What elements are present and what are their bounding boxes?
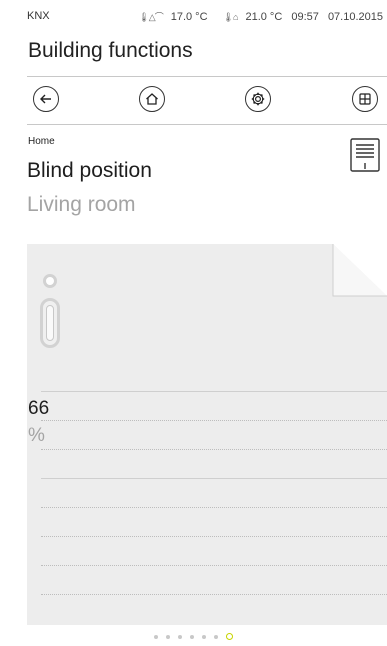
page-dot[interactable] xyxy=(202,634,206,639)
page-title: Blind position xyxy=(27,159,152,182)
status-bar: KNX 🌡△⌒ 17.0 °C 🌡⌂ 21.0 °C 09:57 07.10.201… xyxy=(0,0,387,30)
breadcrumb[interactable]: Home xyxy=(28,136,55,147)
blind-control-card xyxy=(27,244,387,625)
status-info: 🌡△⌒ 17.0 °C 🌡⌂ 21.0 °C 09:57 07.10.2015 xyxy=(126,10,383,23)
slider-knob[interactable] xyxy=(43,274,57,288)
nav-bar xyxy=(0,86,387,116)
position-value: 66 xyxy=(28,398,50,419)
page-dot[interactable] xyxy=(214,634,218,639)
dotted-separator xyxy=(41,565,387,566)
page-dot[interactable] xyxy=(178,634,182,639)
dotted-separator xyxy=(41,594,387,595)
card-background xyxy=(27,244,387,625)
app-title: Building functions xyxy=(28,39,193,62)
page-dot[interactable] xyxy=(154,634,158,639)
blind-position-slider[interactable] xyxy=(40,298,60,348)
page-dot-active[interactable] xyxy=(226,633,233,641)
header-divider xyxy=(27,76,387,77)
outdoor-temperature: 🌡△⌒ 17.0 °C xyxy=(138,11,208,23)
clock-date: 07.10.2015 xyxy=(327,11,383,23)
dotted-separator xyxy=(41,420,387,421)
clock-time: 09:57 xyxy=(291,11,319,23)
app-name: KNX xyxy=(27,10,50,22)
settings-button[interactable] xyxy=(245,86,271,112)
page-dot[interactable] xyxy=(166,634,170,639)
indoor-temperature: 🌡⌂ 21.0 °C xyxy=(222,11,283,23)
slider-fill xyxy=(46,305,54,341)
gear-icon xyxy=(251,92,265,106)
home-button[interactable] xyxy=(139,86,165,112)
grid-icon xyxy=(359,93,371,105)
document-list-icon[interactable] xyxy=(350,138,380,172)
position-unit: % xyxy=(28,425,45,446)
nav-divider xyxy=(27,124,387,125)
back-button[interactable] xyxy=(33,86,59,112)
page-indicator xyxy=(0,628,387,646)
page-dot[interactable] xyxy=(190,634,194,639)
separator xyxy=(41,391,387,392)
arrow-left-icon xyxy=(40,94,51,104)
page-subtitle: Living room xyxy=(27,193,136,216)
home-icon xyxy=(146,93,158,105)
outdoor-thermometer-icon: 🌡△⌒ xyxy=(138,12,163,22)
dotted-separator xyxy=(41,536,387,537)
dotted-separator xyxy=(41,449,387,450)
grid-button[interactable] xyxy=(352,86,378,112)
separator xyxy=(41,478,387,479)
dotted-separator xyxy=(41,507,387,508)
indoor-thermometer-icon: 🌡⌂ xyxy=(222,12,239,22)
